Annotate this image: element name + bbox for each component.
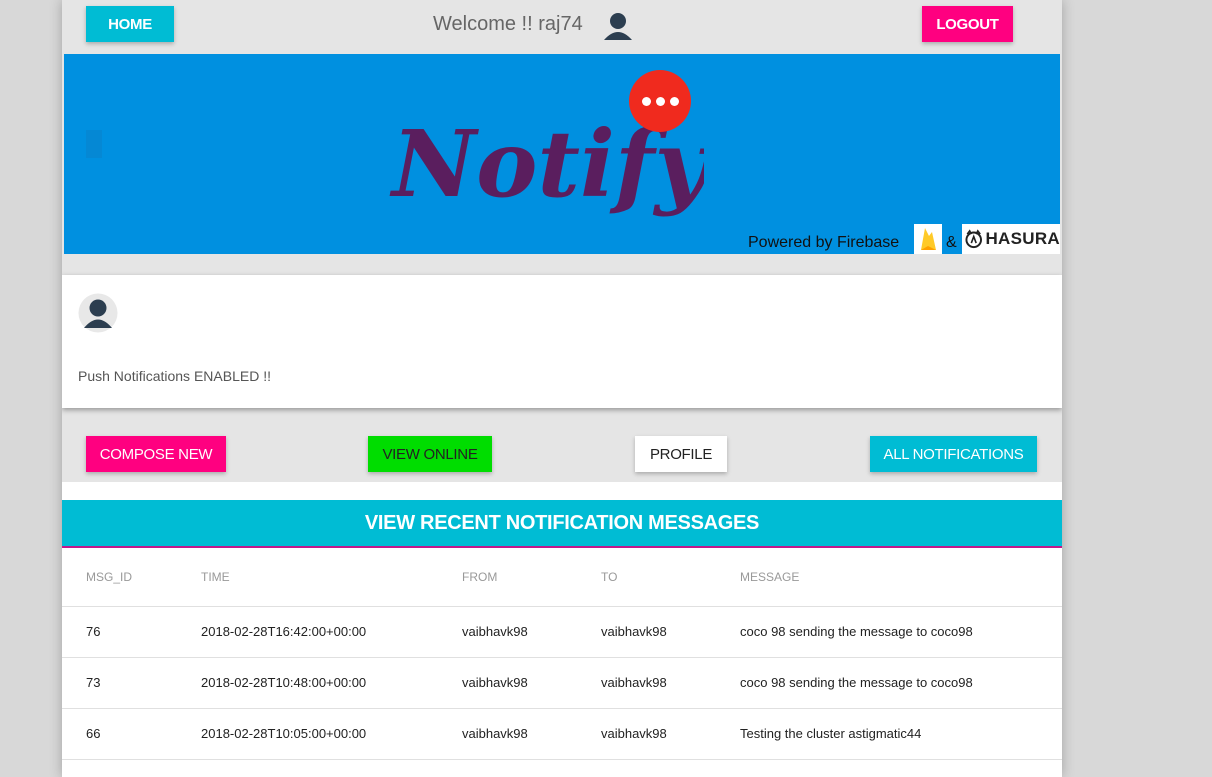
top-bar: HOME Welcome !! raj74 LOGOUT (62, 0, 1062, 52)
user-avatar-icon (601, 9, 635, 43)
cell-from: vaibhavk98 (462, 624, 528, 639)
cell-message: Testing the cluster astigmatic44 (740, 726, 922, 741)
cell-from: vaibhavk98 (462, 675, 528, 690)
hasura-logo-icon (965, 229, 983, 249)
column-header-time: TIME (201, 570, 230, 584)
messages-title: VIEW RECENT NOTIFICATION MESSAGES (62, 500, 1062, 548)
table-row[interactable]: 76 2018-02-28T16:42:00+00:00 vaibhavk98 … (62, 607, 1062, 658)
cell-message: coco 98 sending the message to coco98 (740, 675, 973, 690)
cell-msg-id: 76 (86, 624, 101, 639)
cell-to: vaibhavk98 (601, 675, 667, 690)
profile-card: Push Notifications ENABLED !! (62, 275, 1062, 408)
cell-msg-id: 73 (86, 675, 101, 690)
cell-message: coco 98 sending the message to coco98 (740, 624, 973, 639)
hasura-text: HASURA (985, 229, 1060, 248)
more-dots-icon (629, 70, 691, 132)
profile-button[interactable]: PROFILE (635, 436, 727, 472)
notify-banner: Notify Powered by Firebase & HASURA (64, 54, 1060, 254)
logout-button[interactable]: LOGOUT (922, 6, 1013, 42)
table-row[interactable]: 73 2018-02-28T10:48:00+00:00 vaibhavk98 … (62, 658, 1062, 709)
firebase-logo (914, 224, 942, 254)
column-header-from: FROM (462, 570, 498, 584)
column-header-msg-id: MSG_ID (86, 570, 133, 584)
column-header-message: MESSAGE (740, 570, 800, 584)
powered-by-text: Powered by Firebase (748, 234, 900, 251)
welcome-text: Welcome !! raj74 (433, 13, 583, 35)
cell-time: 2018-02-28T16:42:00+00:00 (201, 624, 367, 639)
column-header-to: TO (601, 570, 618, 584)
action-bar: COMPOSE NEW VIEW ONLINE PROFILE ALL NOTI… (62, 426, 1062, 482)
cell-from: vaibhavk98 (462, 726, 528, 741)
app-page: HOME Welcome !! raj74 LOGOUT Notify Powe… (62, 0, 1062, 777)
compose-new-button[interactable]: COMPOSE NEW (86, 436, 226, 472)
cell-to: vaibhavk98 (601, 624, 667, 639)
spacer (62, 482, 1062, 500)
messages-table: MSG_ID TIME FROM TO MESSAGE 76 2018-02-2… (62, 548, 1062, 777)
user-avatar-icon (78, 293, 118, 333)
push-status-text: Push Notifications ENABLED !! (78, 368, 271, 384)
table-header: MSG_ID TIME FROM TO MESSAGE (62, 548, 1062, 607)
firebase-flame-icon (921, 228, 936, 250)
banner-shape (86, 130, 102, 158)
home-button[interactable]: HOME (86, 6, 174, 42)
cell-msg-id: 66 (86, 726, 101, 741)
hasura-logo: HASURA (962, 224, 1060, 254)
ampersand-text: & (946, 234, 957, 251)
table-row[interactable]: 66 2018-02-28T10:05:00+00:00 vaibhavk98 … (62, 709, 1062, 760)
all-notifications-button[interactable]: ALL NOTIFICATIONS (870, 436, 1037, 472)
view-online-button[interactable]: VIEW ONLINE (368, 436, 492, 472)
cell-to: vaibhavk98 (601, 726, 667, 741)
cell-time: 2018-02-28T10:48:00+00:00 (201, 675, 367, 690)
cell-time: 2018-02-28T10:05:00+00:00 (201, 726, 367, 741)
